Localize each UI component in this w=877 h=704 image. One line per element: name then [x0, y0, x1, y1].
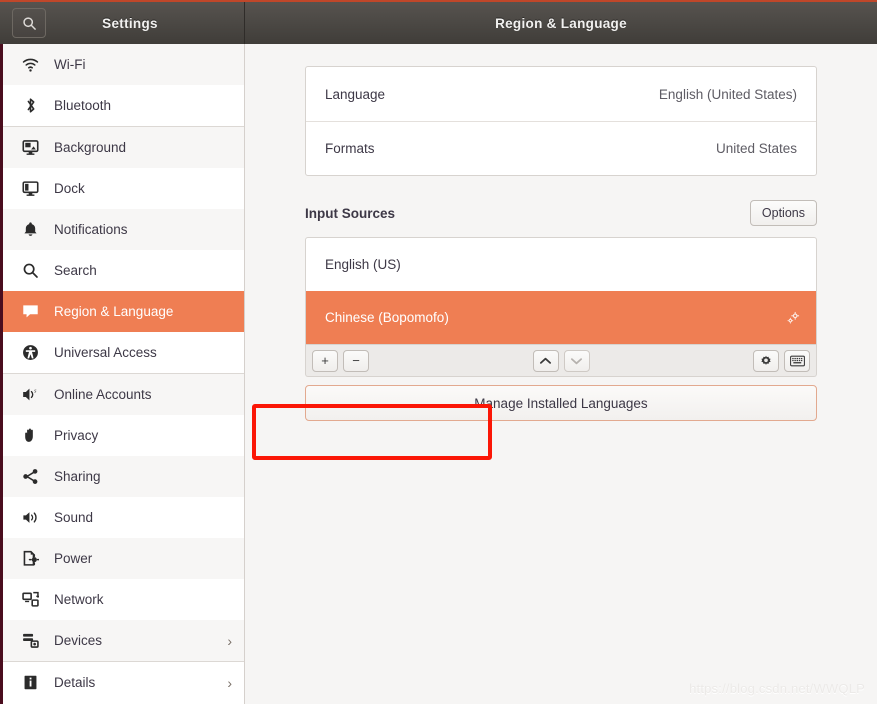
devices-icon [19, 631, 41, 651]
chevron-right-icon: › [227, 632, 232, 649]
sidebar-item-devices[interactable]: Devices › [3, 620, 244, 662]
sidebar-item-bluetooth[interactable]: Bluetooth [3, 85, 244, 127]
title-bar-main-section: Region & Language [245, 2, 877, 44]
gear-icon [759, 354, 773, 368]
toolbar-add-remove-group: + − [312, 349, 369, 372]
add-input-source-button[interactable]: + [312, 349, 338, 372]
speaker-icon [19, 508, 41, 528]
preferences-icon[interactable] [786, 311, 800, 325]
keyboard-icon [789, 355, 805, 367]
sidebar-item-search[interactable]: Search [3, 250, 244, 291]
sidebar-item-label: Sharing [54, 468, 101, 484]
online-accounts-icon: s [19, 385, 41, 405]
language-formats-card: Language English (United States) Formats… [305, 66, 817, 176]
page-title: Region & Language [495, 15, 627, 31]
background-icon [19, 138, 41, 158]
sidebar-item-label: Notifications [54, 221, 128, 237]
options-button[interactable]: Options [749, 200, 817, 226]
sidebar-title: Settings [102, 15, 158, 31]
manage-installed-languages-button[interactable]: Manage Installed Languages [305, 385, 817, 421]
bell-icon [19, 220, 41, 240]
sidebar-item-label: Power [54, 550, 93, 566]
formats-row-label: Formats [325, 141, 375, 156]
sidebar-item-universal-access[interactable]: Universal Access [3, 332, 244, 374]
sidebar-item-label: Sound [54, 509, 94, 525]
move-down-button[interactable] [563, 349, 590, 372]
sidebar-item-privacy[interactable]: Privacy [3, 415, 244, 456]
input-source-row-english[interactable]: English (US) [306, 238, 816, 291]
search-icon [19, 261, 41, 281]
chevron-up-icon [539, 356, 552, 366]
input-source-label: English (US) [325, 257, 401, 272]
sidebar-item-label: Background [54, 139, 127, 155]
sidebar-item-label: Wi-Fi [54, 56, 86, 72]
sidebar-item-sound[interactable]: Sound [3, 497, 244, 538]
input-sources-list: English (US) Chinese (Bopomofo) [305, 237, 817, 345]
sidebar-item-region-language[interactable]: Region & Language [3, 291, 244, 332]
remove-input-source-button[interactable]: − [343, 349, 369, 372]
sidebar-item-label: Region & Language [54, 303, 174, 319]
wifi-icon [19, 55, 41, 75]
bluetooth-icon [19, 96, 41, 116]
input-sources-header: Input Sources Options [305, 199, 817, 227]
title-bar-sidebar-section: Settings [0, 2, 245, 44]
sidebar-item-label: Bluetooth [54, 97, 112, 113]
input-sources-toolbar: + − [305, 345, 817, 377]
sidebar-item-power[interactable]: Power [3, 538, 244, 579]
move-up-button[interactable] [532, 349, 559, 372]
settings-sidebar[interactable]: Wi-Fi Bluetooth Background Dock Notification… [0, 44, 245, 704]
formats-row[interactable]: Formats United States [306, 121, 816, 175]
input-source-settings-button[interactable] [753, 349, 779, 372]
sidebar-item-dock[interactable]: Dock [3, 168, 244, 209]
sidebar-item-label: Search [54, 262, 97, 278]
sidebar-item-background[interactable]: Background [3, 127, 244, 168]
power-icon [19, 549, 41, 569]
details-icon [19, 673, 41, 693]
language-row[interactable]: Language English (United States) [306, 67, 816, 121]
sidebar-item-label: Privacy [54, 427, 99, 443]
settings-window: Settings Region & Language Wi-Fi Bluetoot… [0, 0, 877, 704]
region-language-panel: Language English (United States) Formats… [305, 66, 817, 421]
formats-row-value: United States [715, 141, 797, 156]
show-keyboard-layout-button[interactable] [784, 349, 810, 372]
svg-text:s: s [34, 389, 37, 395]
dock-icon [19, 179, 41, 199]
input-source-row-chinese[interactable]: Chinese (Bopomofo) [306, 291, 816, 344]
search-icon [22, 16, 37, 31]
language-row-label: Language [325, 86, 386, 102]
sidebar-item-sharing[interactable]: Sharing [3, 456, 244, 497]
sidebar-item-label: Dock [54, 180, 85, 196]
hand-icon [19, 426, 41, 446]
sidebar-item-label: Universal Access [54, 344, 157, 360]
input-sources-title: Input Sources [305, 205, 396, 221]
toolbar-settings-group [753, 349, 810, 372]
sidebar-item-label: Devices [54, 632, 103, 648]
sidebar-item-label: Network [54, 591, 104, 607]
share-icon [19, 467, 41, 487]
chevron-right-icon: › [227, 674, 232, 691]
sidebar-item-label: Online Accounts [54, 386, 152, 402]
language-row-value: English (United States) [658, 86, 797, 102]
region-language-icon [19, 302, 41, 322]
main-content: Language English (United States) Formats… [245, 44, 877, 704]
sidebar-item-notifications[interactable]: Notifications [3, 209, 244, 250]
sidebar-item-network[interactable]: Network [3, 579, 244, 620]
title-bar: Settings Region & Language [0, 0, 877, 44]
sidebar-item-online-accounts[interactable]: s Online Accounts [3, 374, 244, 415]
network-icon [19, 590, 41, 610]
toolbar-move-group [369, 349, 753, 372]
search-button[interactable] [12, 8, 46, 38]
sidebar-item-wi-fi[interactable]: Wi-Fi [3, 44, 244, 85]
sidebar-item-details[interactable]: Details › [3, 662, 244, 703]
watermark: https://blog.csdn.net/WWQLP [689, 681, 865, 696]
sidebar-item-label: Details [54, 674, 96, 690]
window-body: Wi-Fi Bluetooth Background Dock Notification… [0, 44, 877, 704]
accessibility-icon [19, 343, 41, 363]
input-source-label: Chinese (Bopomofo) [325, 310, 449, 325]
chevron-down-icon [570, 356, 583, 366]
